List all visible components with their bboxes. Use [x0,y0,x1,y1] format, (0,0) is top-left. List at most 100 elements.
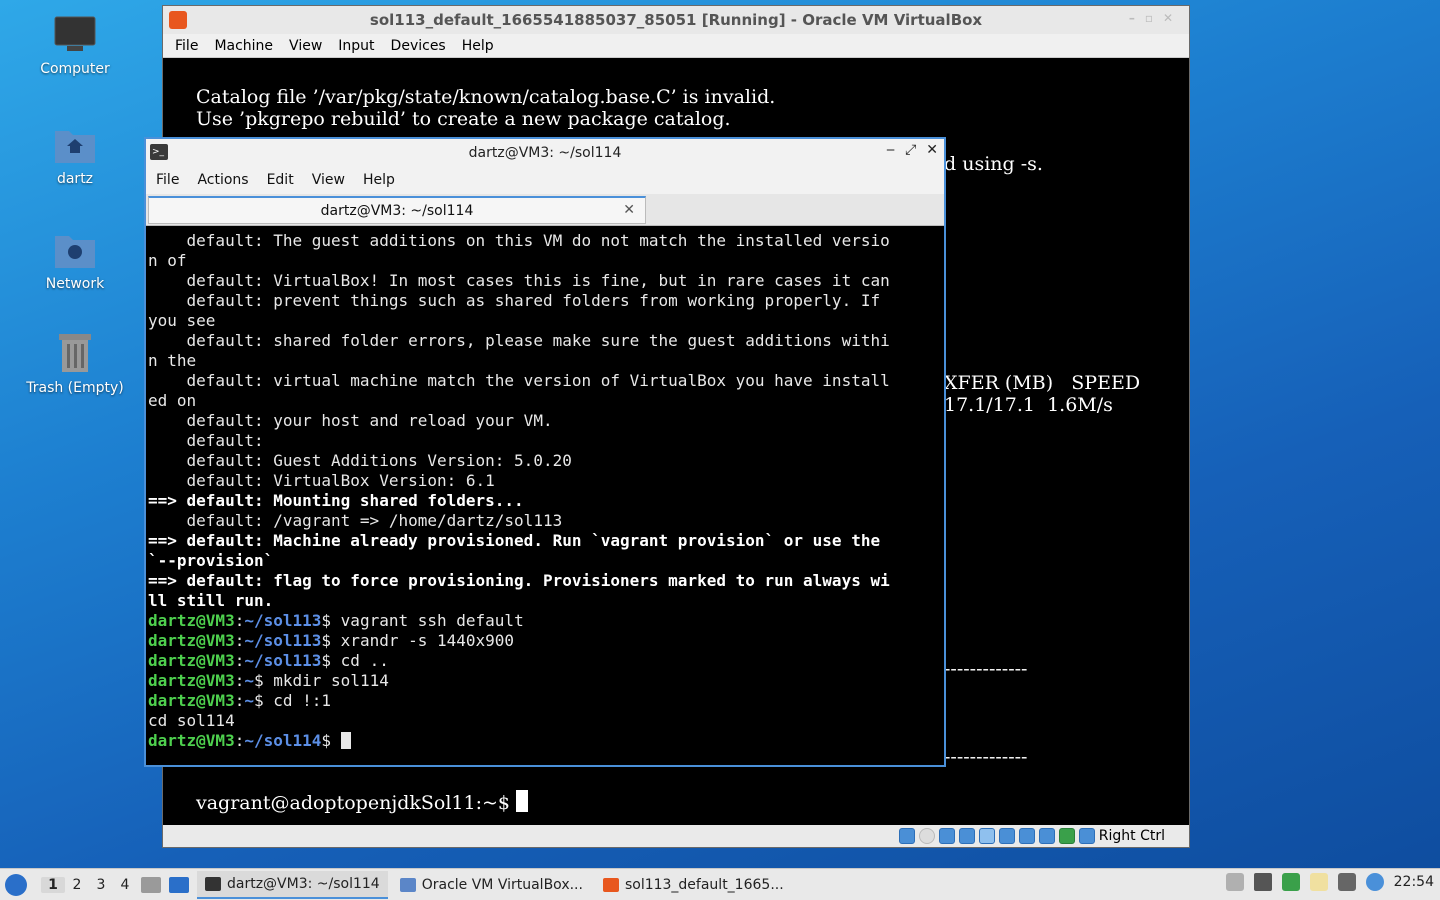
taskbar: 1 2 3 4 dartz@VM3: ~/sol114 Oracle VM Vi… [0,868,1440,900]
current-prompt[interactable]: dartz@VM3:~/sol114$ [148,731,944,751]
video-capture-icon[interactable] [1038,828,1055,844]
desktop-icon-trash[interactable]: Trash (Empty) [10,330,140,396]
menu-view[interactable]: View [312,172,345,188]
file-manager-icon[interactable] [141,876,161,893]
virtualbox-icon [399,877,416,892]
virtualbox-menubar: File Machine View Input Devices Help [163,34,1189,58]
virtualbox-titlebar[interactable]: sol113_default_1665541885037_85051 [Runn… [163,6,1189,34]
tab-label: dartz@VM3: ~/sol114 [320,202,474,219]
output-line: default: prevent things such as shared f… [148,291,881,310]
task-label: dartz@VM3: ~/sol114 [227,875,380,892]
terminal-icon [205,876,221,891]
notes-icon[interactable] [1309,873,1328,891]
output-line: default: virtual machine match the versi… [148,371,890,390]
menu-edit[interactable]: Edit [267,172,294,188]
output-line: you see [148,311,216,330]
shared-folders-icon[interactable] [998,828,1015,844]
start-menu-icon[interactable] [5,873,27,896]
command-line: dartz@VM3:~/sol113$ xrandr -s 1440x900 [148,631,515,650]
window-controls: ‒ ⤢ ✕ [886,142,938,158]
home-folder-icon [55,131,95,163]
system-tray: 22:54 [1225,873,1434,891]
close-tab-icon[interactable]: ✕ [623,202,635,218]
menu-file[interactable]: File [156,172,179,188]
audio-icon[interactable] [938,828,955,844]
workspace-2[interactable]: 2 [65,877,89,893]
menu-help[interactable]: Help [363,172,395,188]
menu-machine[interactable]: Machine [214,38,273,54]
desktop-icon-label: dartz [56,171,94,187]
optical-drive-icon[interactable] [918,828,935,844]
menu-help[interactable]: Help [462,38,494,54]
task-terminal[interactable]: dartz@VM3: ~/sol114 [197,870,388,899]
console-line: Catalog file ’/var/pkg/state/known/catal… [196,86,776,108]
workspace-4[interactable]: 4 [113,877,137,893]
desktop-icon-label: Trash (Empty) [26,380,124,396]
task-virtualbox-manager[interactable]: Oracle VM VirtualBox... [392,871,591,899]
command-line: dartz@VM3:~$ mkdir sol114 [148,671,389,690]
output-line: default: VirtualBox! In most cases this … [148,271,890,290]
network-folder-icon [55,236,95,268]
command-line: dartz@VM3:~/sol113$ cd .. [148,651,389,670]
usb-icon[interactable] [978,828,995,844]
menu-view[interactable]: View [289,38,322,54]
output-line: default: shared folder errors, please ma… [148,331,890,350]
task-label: Oracle VM VirtualBox... [421,876,583,893]
display-icon[interactable] [1018,828,1035,844]
desktop-icon-label: Network [45,276,105,292]
menu-input[interactable]: Input [338,38,374,54]
terminal-icon: >_ [150,144,168,160]
workspace-3[interactable]: 3 [89,877,113,893]
desktop-icon-computer[interactable]: Computer [10,15,140,77]
mouse-integration-icon[interactable] [1078,828,1095,844]
volume-icon[interactable] [1253,873,1272,891]
virtualbox-logo-icon [169,11,187,29]
vm-window-icon [602,877,619,892]
cpu-activity-icon[interactable] [1058,828,1075,844]
maximize-icon[interactable]: ⤢ [905,142,916,158]
output-line: cd sol114 [148,711,235,730]
terminal-titlebar[interactable]: >_ dartz@VM3: ~/sol114 ‒ ⤢ ✕ [146,139,944,166]
storage-icon[interactable] [898,828,915,844]
output-line: n of [148,251,187,270]
terminal-tabbar: dartz@VM3: ~/sol114 ✕ [146,194,944,226]
menu-actions[interactable]: Actions [197,172,248,188]
notification-icon[interactable] [1365,873,1384,891]
command-line: dartz@VM3:~/sol113$ vagrant ssh default [148,611,524,630]
terminal-output[interactable]: default: The guest additions on this VM … [146,228,944,765]
output-line-bold: ==> default: Machine already provisioned… [148,531,881,550]
console-prompt: vagrant@adoptopenjdkSol11:~$ [196,790,529,814]
output-line: default: The guest additions on this VM … [148,231,890,250]
update-icon[interactable] [1281,873,1300,891]
terminal-tab[interactable]: dartz@VM3: ~/sol114 ✕ [148,196,646,224]
console-dashes: ------------- [944,746,1028,768]
console-fragment: XFER (MB) SPEED [944,372,1141,394]
show-desktop-icon[interactable] [169,876,189,893]
output-line: default: Guest Additions Version: 5.0.20 [148,451,572,470]
output-line: default: /vagrant => /home/dartz/sol113 [148,511,563,530]
trash-icon [59,334,91,372]
window-controls[interactable]: –▫✕ [1129,11,1183,25]
network-icon[interactable] [958,828,975,844]
output-line-bold: `--provision` [148,551,274,570]
console-line: Use ’pkgrepo rebuild’ to create a new pa… [196,108,731,130]
workspace-1[interactable]: 1 [41,876,65,893]
desktop-icon-home[interactable]: dartz [10,123,140,187]
output-line: ed on [148,391,197,410]
close-icon[interactable]: ✕ [926,142,938,158]
output-line: default: VirtualBox Version: 6.1 [148,471,495,490]
minimize-icon[interactable]: ‒ [886,142,895,158]
output-line-bold: ==> default: flag to force provisioning.… [148,571,890,590]
console-fragment: 17.1/17.1 1.6M/s [944,394,1113,416]
task-label: sol113_default_1665... [624,876,784,893]
desktop-icon-label: Computer [40,61,110,77]
menu-file[interactable]: File [175,38,198,54]
output-line: n the [148,351,197,370]
desktop-icon-network[interactable]: Network [10,228,140,292]
clock[interactable]: 22:54 [1394,874,1434,890]
clipboard-icon[interactable] [1225,873,1244,891]
terminal-window[interactable]: >_ dartz@VM3: ~/sol114 ‒ ⤢ ✕ File Action… [144,137,946,767]
network-status-icon[interactable] [1337,873,1356,891]
menu-devices[interactable]: Devices [391,38,446,54]
task-vm-window[interactable]: sol113_default_1665... [595,871,792,899]
